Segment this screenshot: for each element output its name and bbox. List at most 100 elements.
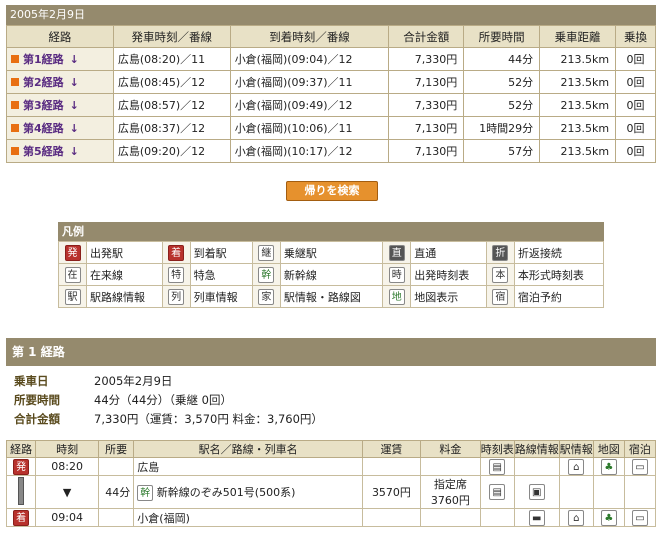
fee-type: 指定席	[433, 478, 467, 491]
station-info-icon[interactable]: ⌂	[568, 458, 585, 475]
arrow-down-icon: ↓	[69, 122, 79, 135]
arrival-cell: 小倉(福岡)(09:49)／12	[229, 93, 390, 117]
departure-cell: 広島(08:45)／12	[112, 70, 231, 94]
station-route-info-icon: 駅	[64, 288, 81, 305]
route-label[interactable]: 第4経路	[23, 122, 64, 135]
arrival-time: 09:04	[35, 508, 99, 527]
transfers-cell: 0回	[615, 93, 656, 117]
summary-value: 2005年2月9日	[94, 374, 173, 388]
departure-station-icon: 発	[64, 244, 81, 261]
train-row: ▼ 44分 幹 新幹線のぞみ501号(500系) 3570円 指定席 3760円 …	[5, 475, 657, 509]
arrival-badge-icon: 着	[13, 509, 30, 526]
time-cell: 1時間29分	[463, 116, 541, 140]
time-cell: 52分	[463, 93, 541, 117]
map-icon[interactable]: ♣	[600, 509, 617, 526]
search-return-button[interactable]: 帰りを検索	[286, 181, 378, 201]
col-station-info: 駅情報	[558, 440, 594, 458]
detail-header-row: 経路 時刻 所要 駅名／路線・列車名 運賃 料金 時刻表 路線情報 駅情報 地図…	[5, 440, 657, 458]
arrow-down-icon: ↓	[69, 53, 79, 66]
col-hotel: 宿泊	[623, 440, 657, 458]
legend-label: 特急	[189, 263, 253, 286]
arrow-down-icon: ↓	[69, 76, 79, 89]
route-row: 第4経路 ↓ 広島(08:37)／12 小倉(福岡)(10:06)／11 7,13…	[6, 116, 656, 140]
route-label[interactable]: 第1経路	[23, 53, 64, 66]
transfer-station-icon: 継	[258, 244, 275, 261]
legend-label: 本形式時刻表	[513, 263, 605, 286]
summary-key: 合計金額	[14, 412, 60, 426]
col-departure: 発車時刻／番線	[112, 25, 231, 48]
train-duration: 44分	[97, 475, 135, 509]
distance-cell: 213.5km	[539, 47, 617, 71]
train-info-icon[interactable]: ▣	[528, 484, 545, 500]
routes-panel: 2005年2月9日 経路 発車時刻／番線 到着時刻／番線 合計金額 所要時間 乗…	[6, 5, 656, 163]
fare-cell: 7,130円	[388, 139, 465, 163]
time-cell: 57分	[463, 139, 541, 163]
col-duration: 所要	[97, 440, 135, 458]
station-info-icon: 家	[258, 288, 275, 305]
routes-table: 経路 発車時刻／番線 到着時刻／番線 合計金額 所要時間 乗車距離 乗換 第1経…	[6, 25, 656, 163]
arrival-cell: 小倉(福岡)(10:17)／12	[229, 139, 390, 163]
route-row: 第5経路 ↓ 広島(09:20)／12 小倉(福岡)(10:17)／12 7,13…	[6, 139, 656, 163]
arrival-row: 着 09:04 小倉(福岡) ▬ ⌂ ♣ ▭	[5, 508, 657, 527]
hotel-icon: 宿	[492, 288, 509, 305]
route-link-3[interactable]: 第3経路 ↓	[6, 93, 114, 117]
legend-label: 乗継駅	[279, 241, 384, 264]
book-timetable-icon: 本	[492, 266, 509, 283]
station-info-icon[interactable]: ⌂	[568, 509, 585, 526]
departure-station[interactable]: 広島	[133, 457, 363, 476]
shinkansen-icon: 幹	[137, 484, 154, 501]
route-summary: 乗車日 2005年2月9日 所要時間 44分（44分）（乗継 0回） 合計金額 7,3…	[14, 372, 654, 429]
local-line-icon: 在	[64, 266, 81, 283]
arrival-cell: 小倉(福岡)(09:37)／11	[229, 70, 390, 94]
date-header: 2005年2月9日	[6, 5, 656, 25]
col-transfers: 乗換	[615, 25, 656, 48]
arrival-cell: 小倉(福岡)(10:06)／11	[229, 116, 390, 140]
distance-cell: 213.5km	[539, 139, 617, 163]
legend-label: 到着駅	[189, 241, 253, 264]
route-label[interactable]: 第5経路	[23, 145, 64, 158]
book-timetable-icon[interactable]: ▤	[489, 484, 506, 500]
bullet-icon	[11, 78, 19, 86]
col-route: 経路	[6, 25, 114, 48]
station-route-info-icon[interactable]: ▬	[528, 509, 545, 526]
col-arrival: 到着時刻／番線	[229, 25, 390, 48]
timetable-icon[interactable]: ▤	[489, 458, 506, 475]
summary-value: 7,330円（運賃：3,570円 料金：3,760円）	[94, 412, 323, 426]
bullet-icon	[11, 55, 19, 63]
hotel-icon[interactable]: ▭	[631, 509, 648, 526]
transfers-cell: 0回	[615, 139, 656, 163]
legend-table: 発 出発駅 着 到着駅 継 乗継駅 直 直通 折 折返接続 在 在来線 特 特急…	[58, 241, 605, 308]
departure-cell: 広島(08:57)／12	[112, 93, 231, 117]
transfers-cell: 0回	[615, 70, 656, 94]
hotel-icon[interactable]: ▭	[631, 458, 648, 475]
route-link-1[interactable]: 第1経路 ↓	[6, 47, 114, 71]
distance-cell: 213.5km	[539, 93, 617, 117]
col-distance: 乗車距離	[539, 25, 617, 48]
departure-row: 発 08:20 広島 ▤ ⌂ ♣ ▭	[5, 457, 657, 476]
legend-label: 地図表示	[410, 285, 487, 308]
legend-label: 出発駅	[86, 241, 163, 264]
route-label[interactable]: 第3経路	[23, 99, 64, 112]
legend-row: 駅 駅路線情報 列 列車情報 家 駅情報・路線図 地 地図表示 宿 宿泊予約	[58, 285, 605, 308]
route-link-4[interactable]: 第4経路 ↓	[6, 116, 114, 140]
shinkansen-icon: 幹	[258, 266, 275, 283]
train-name[interactable]: 新幹線のぞみ501号(500系)	[157, 486, 296, 499]
legend-panel: 凡例 発 出発駅 着 到着駅 継 乗継駅 直 直通 折 折返接続 在 在来線 特…	[58, 222, 605, 308]
route-link-2[interactable]: 第2経路 ↓	[6, 70, 114, 94]
departure-badge-icon: 発	[13, 458, 30, 475]
fare-cell: 7,330円	[388, 47, 465, 71]
arrival-cell: 小倉(福岡)(09:04)／12	[229, 47, 390, 71]
route-label[interactable]: 第2経路	[23, 76, 64, 89]
transfers-cell: 0回	[615, 116, 656, 140]
legend-row: 発 出発駅 着 到着駅 継 乗継駅 直 直通 折 折返接続	[58, 241, 605, 264]
map-icon[interactable]: ♣	[600, 458, 617, 475]
limited-express-icon: 特	[168, 266, 185, 283]
col-time: 時刻	[35, 440, 99, 458]
legend-label: 出発時刻表	[410, 263, 487, 286]
route-row: 第2経路 ↓ 広島(08:45)／12 小倉(福岡)(09:37)／11 7,13…	[6, 70, 656, 94]
route-link-5[interactable]: 第5経路 ↓	[6, 139, 114, 163]
legend-label: 折返接続	[513, 241, 605, 264]
train-arrow-icon: ▼	[35, 475, 99, 509]
col-route-info: 路線情報	[513, 440, 560, 458]
arrival-station[interactable]: 小倉(福岡)	[133, 508, 363, 527]
